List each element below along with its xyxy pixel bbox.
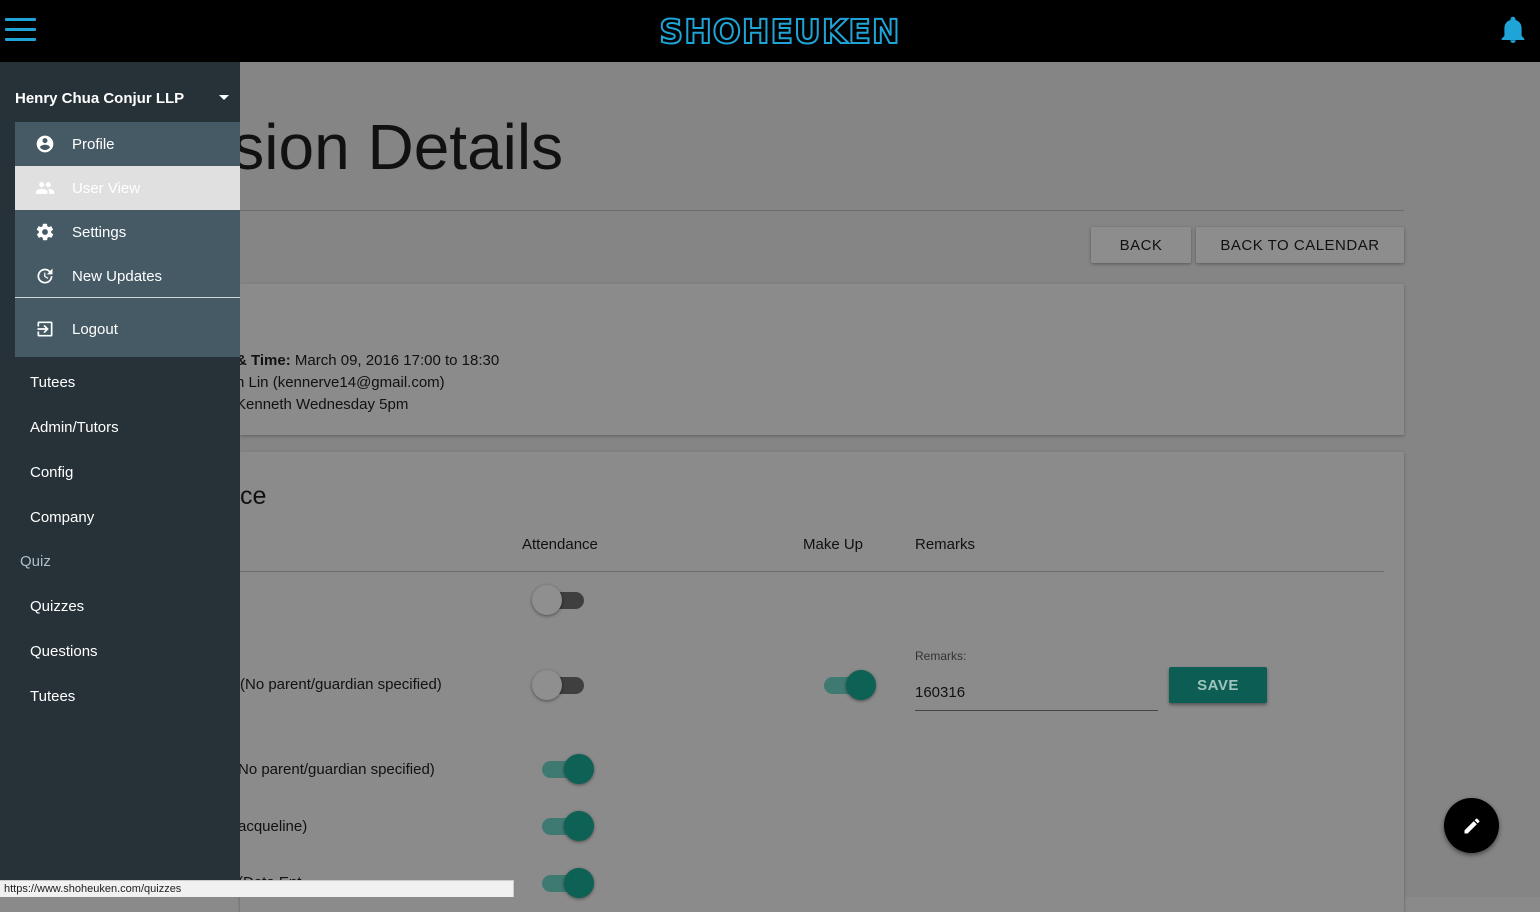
title-divider — [240, 210, 1404, 211]
menu-item-profile[interactable]: Profile — [15, 122, 240, 166]
nav-item-tutees[interactable]: Tutees — [30, 374, 75, 391]
gear-icon — [36, 223, 54, 241]
pencil-icon — [1464, 817, 1479, 833]
account-name[interactable]: Henry Chua Conjur LLP — [15, 90, 184, 107]
table-divider — [240, 571, 1384, 572]
menu-item-user-view[interactable]: User View — [15, 166, 240, 210]
datetime-value: March 09, 2016 17:00 to 18:30 — [290, 352, 500, 369]
nav-item-questions[interactable]: Questions — [30, 643, 98, 660]
app-logo[interactable]: SHOHEUKEN — [652, 12, 908, 50]
nav-item-company[interactable]: Company — [30, 509, 94, 526]
back-button[interactable]: BACK — [1091, 227, 1191, 263]
menu-label: Logout — [72, 320, 118, 338]
back-to-calendar-button[interactable]: BACK TO CALENDAR — [1196, 227, 1404, 263]
nav-section-quiz: Quiz — [20, 553, 51, 570]
nav-item-admin-tutors[interactable]: Admin/Tutors — [30, 419, 119, 436]
menu-item-settings[interactable]: Settings — [15, 210, 240, 254]
page-title: Session Details — [240, 111, 564, 183]
caret-down-icon[interactable] — [219, 95, 229, 100]
column-remarks: Remarks — [915, 536, 976, 553]
tutee-name: (No parent/guardian specified) — [240, 676, 442, 693]
attendance-toggle[interactable] — [538, 868, 594, 898]
menu-label: Settings — [72, 223, 127, 241]
menu-label: User View — [72, 179, 141, 197]
account-circle-icon — [36, 135, 54, 153]
attendance-toggle[interactable] — [538, 754, 594, 784]
menu-divider — [15, 297, 240, 298]
column-makeup: Make Up — [803, 536, 864, 553]
hamburger-icon[interactable] — [5, 18, 36, 42]
remarks-label: Remarks: — [915, 649, 967, 663]
account-menu: Profile User View Settings New Updates L… — [15, 122, 240, 357]
menu-item-new-updates[interactable]: New Updates — [15, 254, 240, 298]
session-class: Kenneth Wednesday 5pm — [236, 396, 409, 413]
tutee-name: acqueline) — [238, 818, 308, 835]
side-drawer: Henry Chua Conjur LLP Profile User View … — [0, 62, 240, 897]
edit-fab[interactable] — [1444, 798, 1499, 853]
column-attendance: Attendance — [522, 536, 598, 553]
menu-item-logout[interactable]: Logout — [15, 307, 240, 351]
menu-label: Profile — [72, 135, 115, 153]
remarks-input[interactable] — [915, 674, 1158, 711]
session-tutor: n Lin (kennerve14@gmail.com) — [236, 374, 445, 391]
tutee-name: No parent/guardian specified) — [238, 761, 435, 778]
browser-status-url: https://www.shoheuken.com/quizzes — [0, 880, 514, 897]
top-app-bar: SHOHEUKEN — [0, 0, 1540, 62]
svg-text:SHOHEUKEN: SHOHEUKEN — [659, 12, 900, 50]
update-icon — [37, 268, 53, 284]
nav-item-quiz-tutees[interactable]: Tutees — [30, 688, 75, 705]
attendance-toggle[interactable] — [532, 585, 588, 615]
datetime-label: & Time: — [236, 352, 291, 369]
nav-item-config[interactable]: Config — [30, 464, 73, 481]
makeup-toggle[interactable] — [820, 670, 876, 700]
menu-label: New Updates — [72, 267, 163, 285]
bell-icon[interactable] — [1500, 16, 1526, 44]
logout-icon — [37, 321, 53, 337]
session-datetime: & Time: March 09, 2016 17:00 to 18:30 — [236, 352, 499, 369]
attendance-toggle[interactable] — [538, 811, 594, 841]
group-icon — [35, 182, 55, 194]
nav-item-quizzes[interactable]: Quizzes — [30, 598, 84, 615]
save-button[interactable]: SAVE — [1169, 667, 1267, 703]
attendance-title: ce — [240, 482, 267, 510]
attendance-toggle[interactable] — [532, 670, 588, 700]
